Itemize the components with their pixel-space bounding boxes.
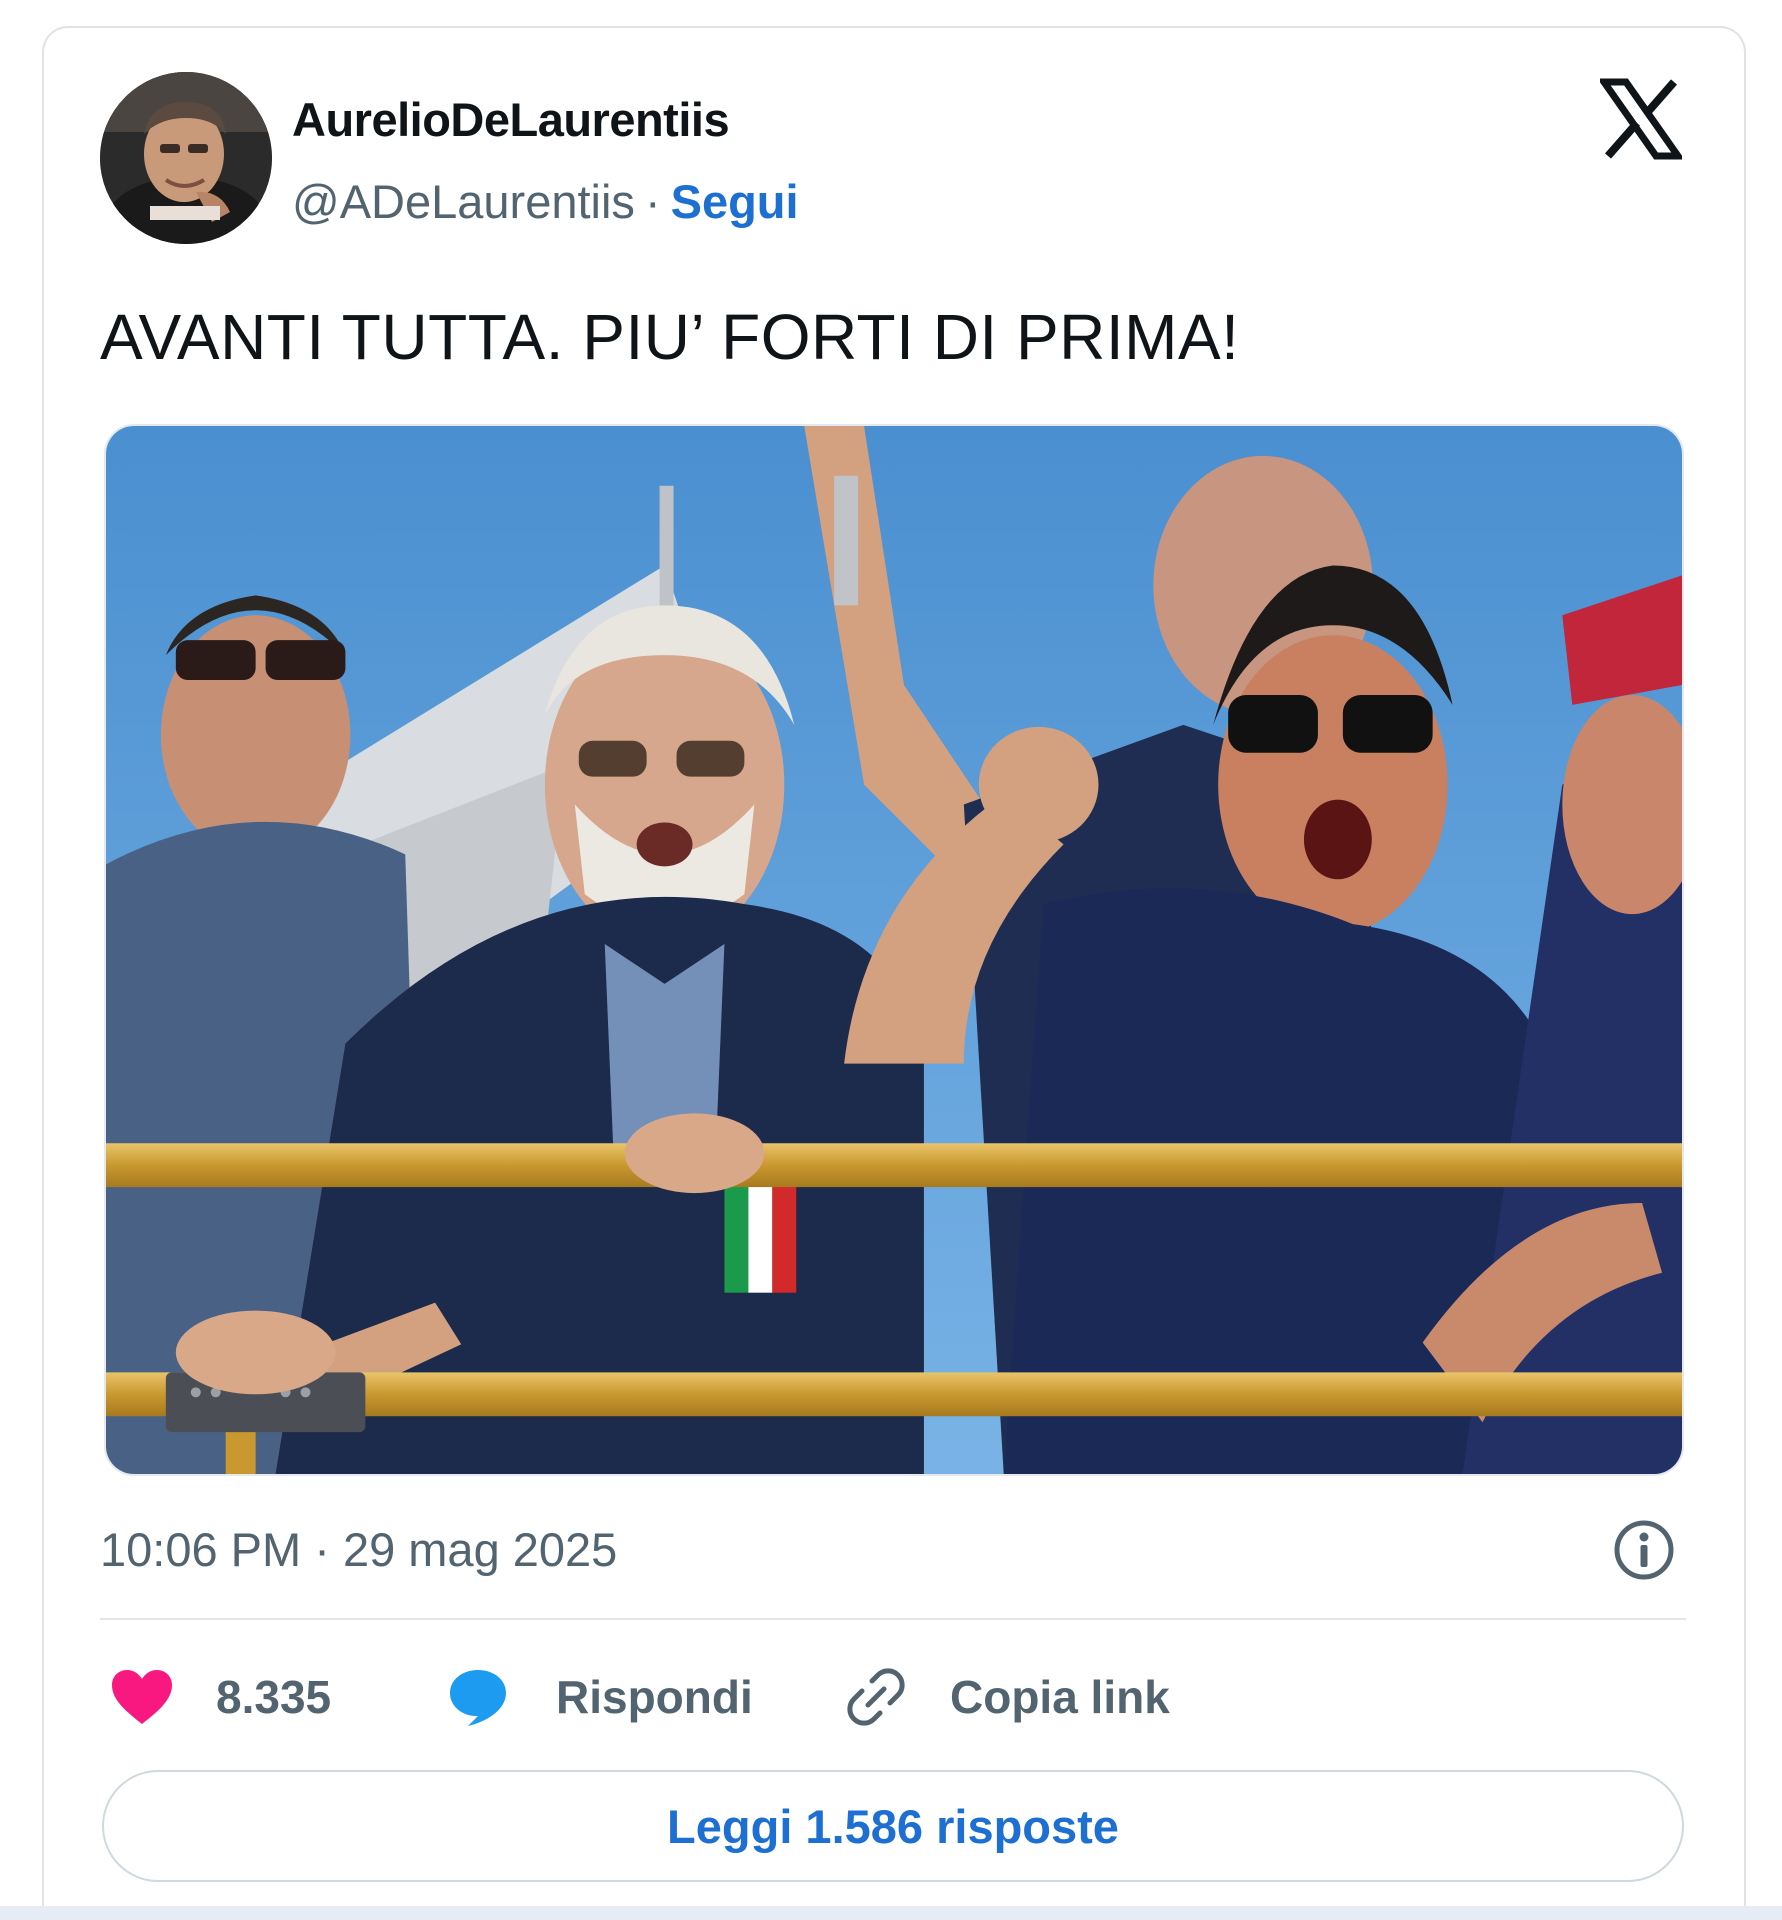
link-icon [847,1668,905,1726]
speech-bubble-icon [450,1670,506,1726]
tweet-text: AVANTI TUTTA. PIU’ FORTI DI PRIMA! [100,301,1240,373]
x-logo-icon[interactable] [1597,78,1685,160]
author-handle-row: @ADeLaurentiis · Segui [292,174,799,229]
reply-label: Rispondi [556,1671,753,1723]
like-count: 8.335 [216,1671,332,1723]
tweet-photo[interactable] [104,424,1684,1476]
bottom-strip [0,1906,1782,1920]
copy-link-button[interactable]: Copia link [846,1662,1170,1732]
read-replies-button[interactable]: Leggi 1.586 risposte [102,1770,1684,1882]
divider [100,1618,1686,1620]
author-avatar[interactable] [100,72,272,244]
read-replies-label: Leggi 1.586 risposte [667,1799,1119,1853]
reply-button[interactable]: Rispondi [446,1662,753,1732]
info-icon[interactable] [1612,1518,1676,1582]
copy-link-label: Copia link [950,1671,1170,1723]
author-handle[interactable]: @ADeLaurentiis [292,175,635,228]
author-display-name[interactable]: AurelioDeLaurentiis [292,92,730,147]
follow-link[interactable]: Segui [671,175,799,228]
page: AurelioDeLaurentiis @ADeLaurentiis · Segui… [0,0,1782,1920]
tweet-timestamp[interactable]: 10:06 PM · 29 mag 2025 [100,1522,617,1577]
like-button[interactable]: 8.335 [110,1662,331,1732]
handle-separator: · [644,175,661,228]
heart-icon [112,1670,172,1724]
